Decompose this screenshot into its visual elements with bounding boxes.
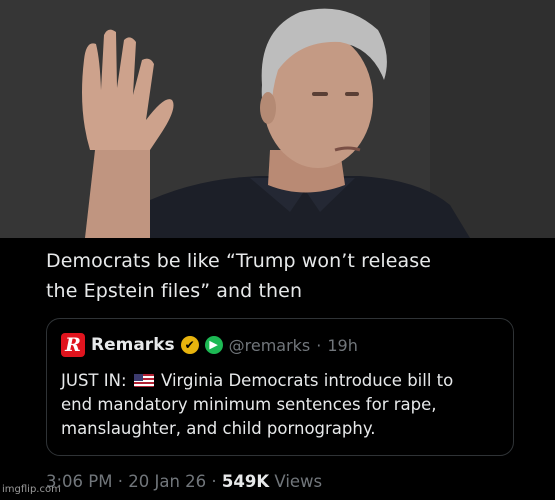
header-separator: · bbox=[316, 335, 322, 355]
post-text-line-1: Democrats be like “Trump won’t release bbox=[46, 250, 432, 272]
post-photo[interactable] bbox=[0, 0, 555, 238]
remarks-logo-icon[interactable]: R bbox=[61, 333, 85, 357]
post-meta: 3:06 PM · 20 Jan 26 · 549K Views bbox=[46, 470, 322, 494]
meta-separator-2: · bbox=[211, 472, 217, 491]
quoted-body-line-3: manslaughter, and child pornography. bbox=[61, 419, 376, 438]
quoted-body-line-1: JUST IN: Virginia Democrats introduce bi… bbox=[61, 369, 506, 393]
affiliate-badge-icon: ▶ bbox=[204, 336, 223, 354]
quoted-author-name[interactable]: Remarks bbox=[91, 335, 175, 355]
quoted-body-line-2: end mandatory minimum sentences for rape… bbox=[61, 395, 437, 414]
views-count: 549K bbox=[221, 472, 270, 491]
post-text: Democrats be like “Trump won’t release t… bbox=[46, 246, 546, 306]
quoted-post-body: JUST IN: Virginia Democrats introduce bi… bbox=[61, 369, 506, 441]
imgflip-watermark: imgflip.com bbox=[2, 484, 61, 495]
us-flag-icon bbox=[133, 374, 154, 387]
post-date[interactable]: 20 Jan 26 bbox=[128, 472, 206, 491]
post-text-line-2: the Epstein files” and then bbox=[46, 280, 303, 302]
quoted-author-handle[interactable]: @remarks bbox=[229, 336, 311, 355]
person-photo-illustration bbox=[0, 0, 555, 238]
quoted-body-prefix: JUST IN: bbox=[61, 371, 127, 390]
meta-separator-1: · bbox=[117, 472, 123, 491]
quoted-body-rest: Virginia Democrats introduce bill to bbox=[161, 371, 454, 390]
views-label: Views bbox=[274, 472, 323, 491]
quoted-post-card[interactable]: R Remarks ✔ ▶ @remarks · 19h JUST IN: Vi… bbox=[46, 318, 514, 456]
verified-badge-icon: ✔ bbox=[180, 336, 199, 354]
quoted-post-age[interactable]: 19h bbox=[327, 336, 358, 355]
quoted-post-header: R Remarks ✔ ▶ @remarks · 19h bbox=[61, 333, 358, 357]
